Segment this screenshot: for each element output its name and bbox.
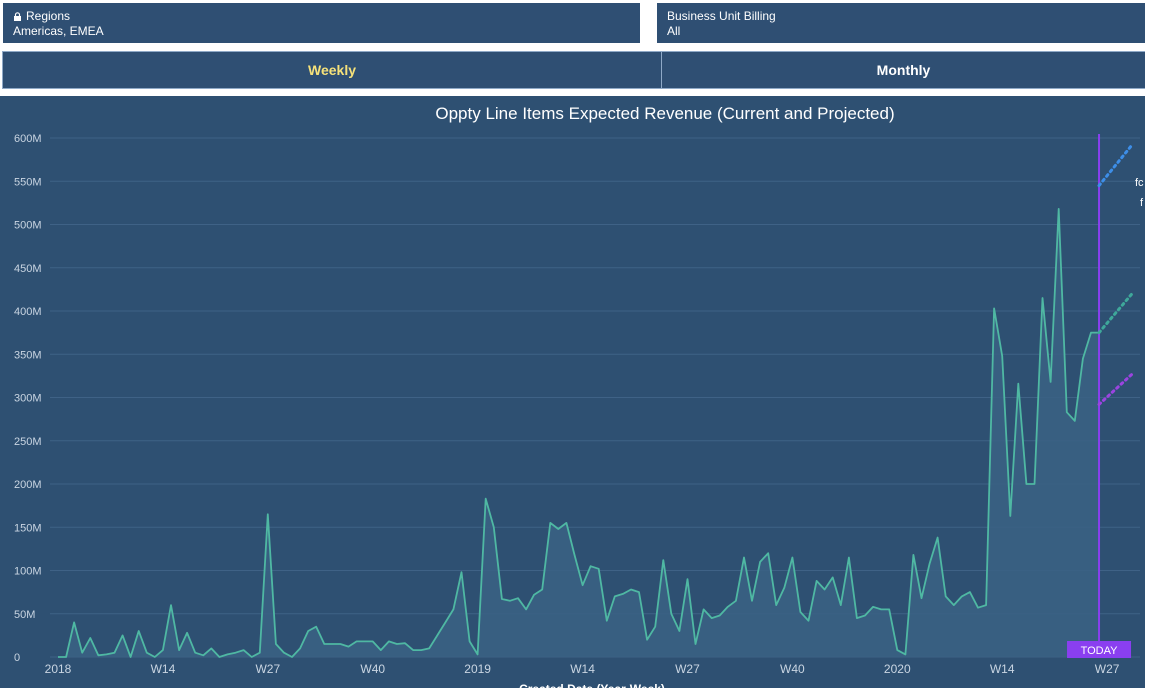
y-tick-label: 50M bbox=[14, 609, 35, 621]
monthly-toggle-button[interactable]: Monthly bbox=[662, 51, 1145, 89]
y-tick-label: 350M bbox=[14, 349, 42, 361]
cut-off-text: fc bbox=[1135, 177, 1144, 189]
x-tick-label: W40 bbox=[780, 662, 805, 676]
x-axis-title: Created Date (Year-Week) bbox=[519, 682, 665, 688]
chart-panel: Oppty Line Items Expected Revenue (Curre… bbox=[0, 96, 1145, 688]
y-tick-label: 600M bbox=[14, 133, 42, 145]
x-tick-label: W14 bbox=[990, 662, 1015, 676]
regions-filter-value: Americas, EMEA bbox=[13, 24, 104, 38]
business-unit-filter-value: All bbox=[667, 24, 681, 38]
x-tick-label: W40 bbox=[360, 662, 385, 676]
y-tick-label: 550M bbox=[14, 176, 42, 188]
x-tick-label: W27 bbox=[1095, 662, 1120, 676]
regions-filter-label: Regions bbox=[26, 9, 71, 23]
series-area bbox=[58, 208, 1099, 657]
revenue-chart: Oppty Line Items Expected Revenue (Curre… bbox=[14, 104, 1144, 688]
x-tick-label: W27 bbox=[255, 662, 280, 676]
business-unit-filter[interactable]: Business Unit Billing All bbox=[657, 3, 1145, 43]
y-tick-label: 200M bbox=[14, 479, 42, 491]
business-unit-filter-label: Business Unit Billing bbox=[667, 9, 776, 23]
cut-off-text: f bbox=[1140, 197, 1144, 209]
projection-mid-line bbox=[1097, 292, 1134, 335]
y-tick-label: 450M bbox=[14, 263, 42, 275]
y-tick-label: 100M bbox=[14, 566, 42, 578]
x-tick-label: 2020 bbox=[884, 662, 911, 676]
y-tick-label: 300M bbox=[14, 393, 42, 405]
y-tick-label: 150M bbox=[14, 522, 42, 534]
y-tick-label: 250M bbox=[14, 436, 42, 448]
today-label: TODAY bbox=[1081, 645, 1119, 657]
regions-filter[interactable]: Regions Americas, EMEA bbox=[3, 3, 640, 43]
projection-low-line bbox=[1097, 372, 1134, 406]
x-tick-label: W14 bbox=[570, 662, 595, 676]
chart-title: Oppty Line Items Expected Revenue (Curre… bbox=[435, 104, 894, 123]
x-tick-label: W27 bbox=[675, 662, 700, 676]
x-tick-label: 2019 bbox=[464, 662, 491, 676]
projection-high-line bbox=[1097, 143, 1134, 188]
y-tick-label: 500M bbox=[14, 220, 42, 232]
weekly-toggle-button[interactable]: Weekly bbox=[2, 51, 662, 89]
x-tick-label: 2018 bbox=[45, 662, 72, 676]
y-tick-label: 400M bbox=[14, 306, 42, 318]
x-tick-label: W14 bbox=[151, 662, 176, 676]
y-tick-label: 0 bbox=[14, 652, 20, 664]
lock-icon bbox=[13, 11, 22, 21]
